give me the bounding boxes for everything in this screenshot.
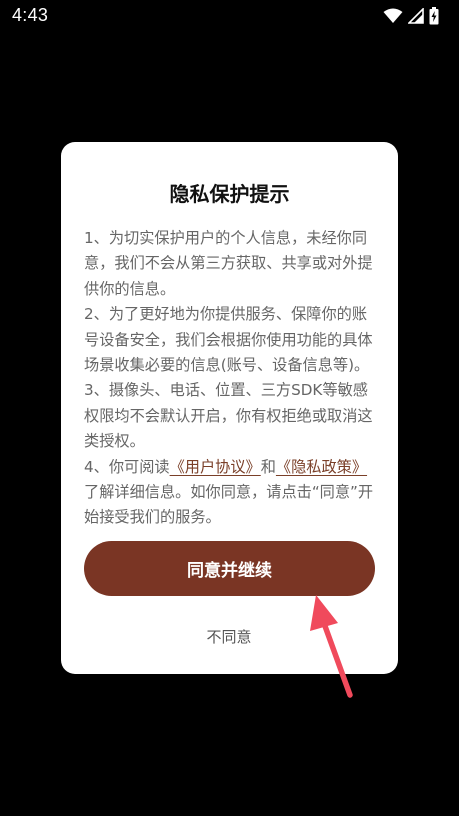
dialog-body: 1、为切实保护用户的个人信息，未经你同意，我们不会从第三方获取、共享或对外提供你… (84, 226, 376, 531)
paragraph-4-and: 和 (260, 457, 276, 476)
disagree-button[interactable]: 不同意 (179, 624, 279, 648)
wifi-icon (383, 8, 403, 24)
annotation-arrow-icon (310, 595, 353, 698)
privacy-policy-link[interactable]: 《隐私政策》 (276, 458, 367, 476)
battery-charging-icon (429, 7, 439, 25)
status-time: 4:43 (12, 5, 49, 25)
privacy-paragraph-3: 3、摄像头、电话、位置、三方SDK等敏感权限均不会默认开启，你有权拒绝或取消这类… (84, 381, 373, 451)
status-icons (383, 6, 439, 26)
paragraph-4-suffix: 了解详细信息。如你同意，请点击“同意”开始接受我们的服务。 (84, 483, 374, 527)
status-bar: 4:43 (0, 0, 459, 32)
dialog-title: 隐私保护提示 (169, 182, 290, 206)
signal-icon (408, 8, 424, 24)
paragraph-4-prefix: 4、你可阅读 (84, 457, 170, 476)
privacy-paragraph-4: 4、你可阅读《用户协议》和《隐私政策》了解详细信息。如你同意，请点击“同意”开始… (84, 455, 376, 531)
user-agreement-link[interactable]: 《用户协议》 (170, 458, 261, 476)
privacy-paragraph-2: 2、为了更好地为你提供服务、保障你的账号设备安全，我们会根据你使用功能的具体场景… (84, 305, 373, 375)
privacy-paragraph-1: 1、为切实保护用户的个人信息，未经你同意，我们不会从第三方获取、共享或对外提供你… (84, 229, 373, 298)
